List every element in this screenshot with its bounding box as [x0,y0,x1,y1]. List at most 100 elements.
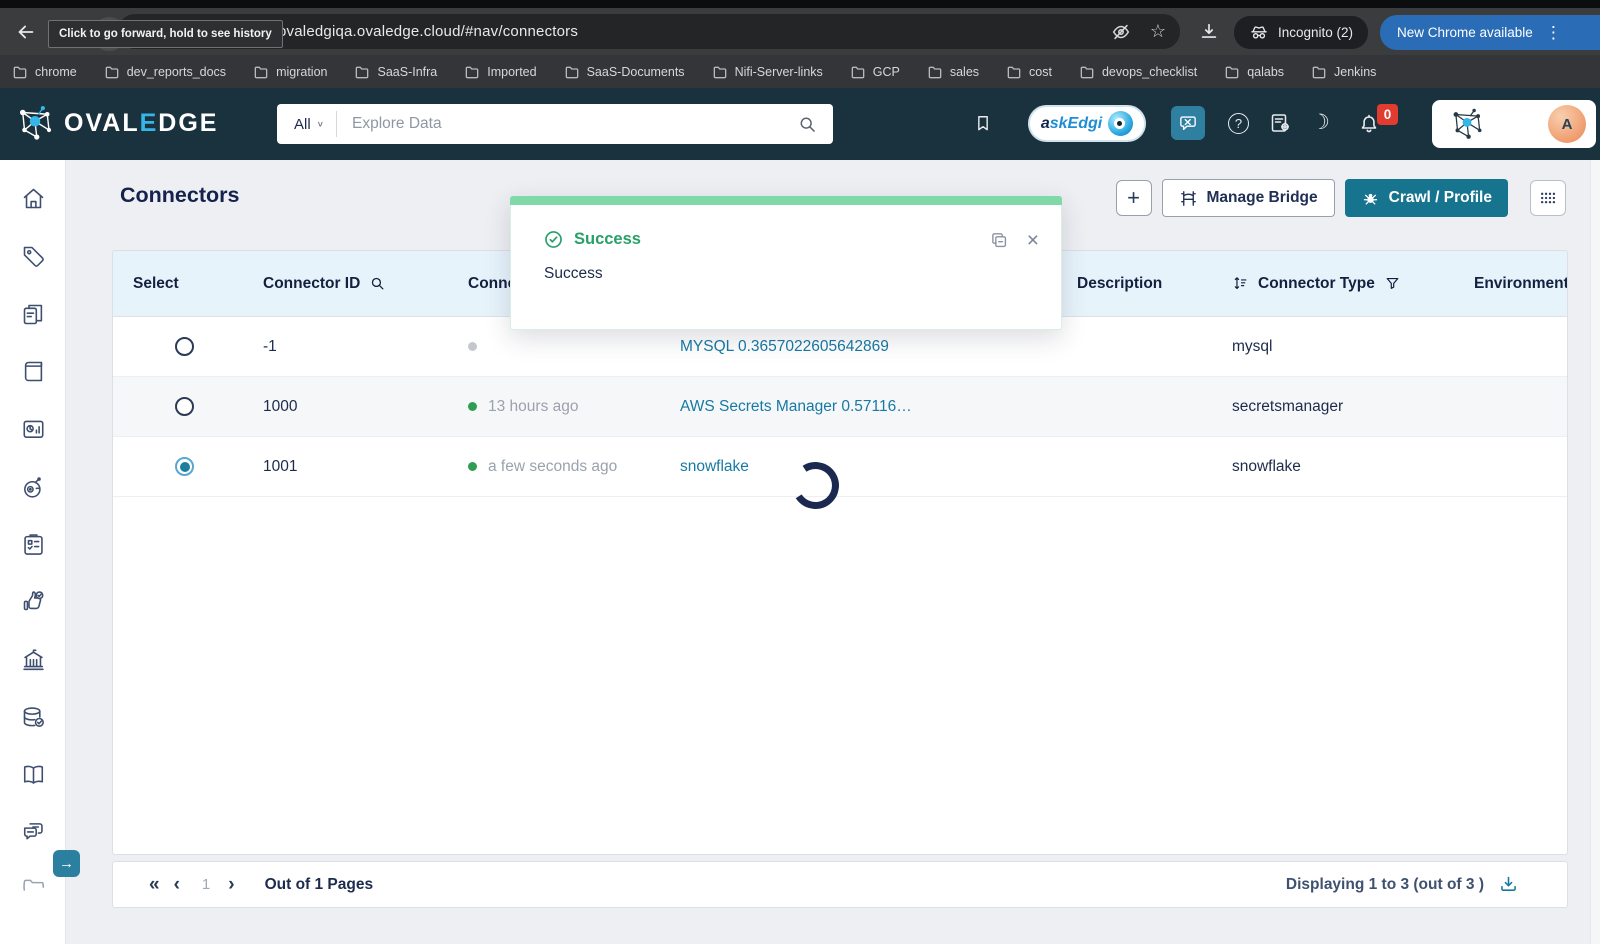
copy-icon[interactable] [988,229,1010,251]
sidebar-item-glossary[interactable] [20,761,47,788]
connector-id-cell: 1000 [243,398,448,416]
folder-icon [354,64,370,80]
bookmark-folder[interactable]: GCP [850,64,900,80]
back-button[interactable] [14,20,38,44]
bookmark-folder[interactable]: chrome [12,64,77,80]
sidebar-item-data-catalog[interactable] [20,301,47,328]
saved-items-button[interactable] [973,113,993,133]
eye-off-icon[interactable] [1110,21,1132,43]
column-search-icon[interactable] [369,275,386,292]
bookmark-folder[interactable]: SaaS-Documents [564,64,685,80]
bookmark-folder[interactable]: cost [1006,64,1052,80]
sidebar-item-collaboration[interactable] [20,818,47,845]
ovaledge-mark-dark-icon [1448,105,1486,143]
sidebar-expand-button[interactable]: → [53,850,80,877]
sort-icon[interactable] [1232,275,1249,292]
crawl-profile-button[interactable]: Crawl / Profile [1345,179,1508,217]
chrome-update-button[interactable]: New Chrome available ⋮ [1380,15,1600,50]
folder-icon [850,64,866,80]
tag-icon [20,243,47,270]
bookmark-label: sales [950,65,979,79]
connector-type-cell: snowflake [1222,458,1437,476]
connector-type-cell: secretsmanager [1222,398,1437,416]
update-label: New Chrome available [1397,25,1533,40]
bookmark-label: qalabs [1247,65,1284,79]
askedgi-button[interactable]: askEdgi [1028,105,1146,142]
url-text[interactable]: ovaledgiqa.ovaledge.cloud/#nav/connector… [278,14,578,49]
connectors-table: Select Connector ID Connection Descripti… [112,250,1568,855]
search-divider [336,111,337,137]
sidebar-item-ai-assistant[interactable] [20,474,47,501]
grid-view-button[interactable] [1530,180,1566,216]
col-connector-type[interactable]: Connector Type [1222,275,1437,293]
row-select-radio[interactable] [175,337,194,356]
toast-accent-bar [510,196,1062,205]
add-connector-button[interactable]: + [1116,180,1152,216]
bookmark-label: migration [276,65,327,79]
sidebar-item-data-quality[interactable] [20,704,47,731]
bookmark-folder[interactable]: Jenkins [1311,64,1376,80]
sidebar-item-projects[interactable] [20,868,47,895]
sidebar-item-tasks[interactable] [20,531,47,558]
global-search[interactable]: All ∨ Explore Data [277,104,833,144]
support-tools-button[interactable] [1171,106,1205,140]
row-select-radio[interactable] [175,457,194,476]
close-icon[interactable]: × [1027,230,1039,251]
toast-title: Success [543,229,1061,250]
folder-icon [927,64,943,80]
search-scope-dropdown[interactable]: All ∨ [277,116,336,133]
bookmark-star-icon[interactable]: ☆ [1150,21,1166,42]
brand-text: OVALEDGE [64,109,218,138]
connector-name-link[interactable]: MYSQL 0.3657022605642869 [680,338,889,356]
crawl-profile-label: Crawl / Profile [1389,189,1492,207]
last-connected-time: 13 hours ago [488,398,579,416]
col-select: Select [113,275,243,293]
next-page-icon[interactable]: › [228,874,234,896]
more-menu-icon[interactable]: ⋮ [1545,23,1562,43]
sidebar-item-endorsements[interactable] [20,589,47,616]
connector-name-link[interactable]: snowflake [680,458,749,476]
first-page-icon[interactable]: « [149,874,160,896]
search-placeholder[interactable]: Explore Data [352,115,442,133]
bookmark-folder[interactable]: Imported [464,64,536,80]
journal-icon [20,358,47,385]
connection-status-cell: a few seconds ago [448,458,670,476]
bookmark-folder[interactable]: Nifi-Server-links [712,64,823,80]
col-connector-id[interactable]: Connector ID [243,275,448,293]
bookmark-folder[interactable]: dev_reports_docs [104,64,226,80]
sidebar-item-governance[interactable] [20,647,47,674]
filter-icon[interactable] [1384,275,1401,292]
ovaledge-logo[interactable]: OVALEDGE [14,102,218,144]
bookmark-folder[interactable]: migration [253,64,327,80]
page-scrollbar[interactable] [1590,160,1600,944]
user-menu[interactable]: A [1432,100,1596,148]
incognito-badge[interactable]: Incognito (2) [1234,16,1368,49]
bookmark-folder[interactable]: sales [927,64,979,80]
connector-name-link[interactable]: AWS Secrets Manager 0.57116… [680,398,912,416]
search-icon[interactable] [797,114,818,135]
bookmark-folder[interactable]: qalabs [1224,64,1284,80]
downloads-button[interactable] [1198,21,1220,43]
sidebar-item-reports[interactable] [20,416,47,443]
check-circle-icon [543,229,564,250]
documents-copy-icon [20,301,47,328]
askedgi-label: askEdgi [1041,115,1102,133]
bookmark-folder[interactable]: SaaS-Infra [354,64,437,80]
clipboard-tasks-icon [20,531,47,558]
prev-page-icon[interactable]: ‹ [174,874,180,896]
help-button[interactable]: ? [1228,113,1249,134]
col-environment[interactable]: Environment [1437,275,1567,293]
release-notes-button[interactable] [1268,111,1292,135]
home-icon [20,185,47,212]
sidebar-item-data-stories[interactable] [20,358,47,385]
sidebar-item-home[interactable] [20,185,47,212]
dark-mode-toggle[interactable]: ☾ [1311,110,1330,135]
manage-bridge-button[interactable]: Manage Bridge [1162,179,1335,217]
avatar[interactable]: A [1548,105,1586,143]
sidebar-item-tags[interactable] [20,243,47,270]
export-download-icon[interactable] [1498,874,1519,895]
database-check-icon [20,704,47,731]
bookmark-folder[interactable]: devops_checklist [1079,64,1197,80]
current-page[interactable]: 1 [202,876,210,893]
row-select-radio[interactable] [175,397,194,416]
